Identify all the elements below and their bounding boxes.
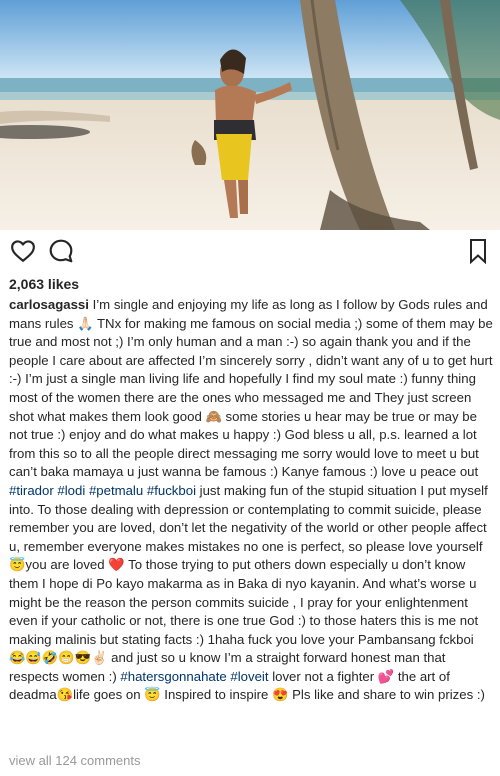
hashtag-link[interactable]: #hatersgonnahate (120, 669, 226, 684)
caption-text: just making fun of the stupid situation … (9, 482, 488, 684)
post-actions-bar (0, 238, 500, 272)
caption-username[interactable]: carlosagassi (9, 297, 89, 312)
hashtag-link[interactable]: #loveit (230, 669, 268, 684)
post-photo[interactable] (0, 0, 500, 230)
comment-button[interactable] (48, 238, 76, 266)
heart-outline-icon (11, 240, 35, 262)
comment-bubble-icon (49, 239, 73, 263)
caption-body: I’m single and enjoying my life as long … (9, 297, 493, 702)
caption-text: I’m single and enjoying my life as long … (9, 297, 493, 480)
hashtag-link[interactable]: #petmalu (89, 483, 143, 498)
like-count[interactable]: 2,063 likes (9, 276, 79, 292)
hashtag-link[interactable]: #lodi (57, 483, 85, 498)
view-all-comments-link[interactable]: view all 124 comments (9, 753, 141, 768)
save-button[interactable] (466, 238, 494, 266)
hashtag-link[interactable]: #fuckboi (147, 483, 196, 498)
hashtag-link[interactable]: #tirador (9, 483, 54, 498)
beach-scene-image (0, 0, 500, 230)
post-caption: carlosagassi I’m single and enjoying my … (9, 296, 493, 705)
bookmark-icon (470, 239, 486, 265)
like-button[interactable] (10, 238, 38, 266)
